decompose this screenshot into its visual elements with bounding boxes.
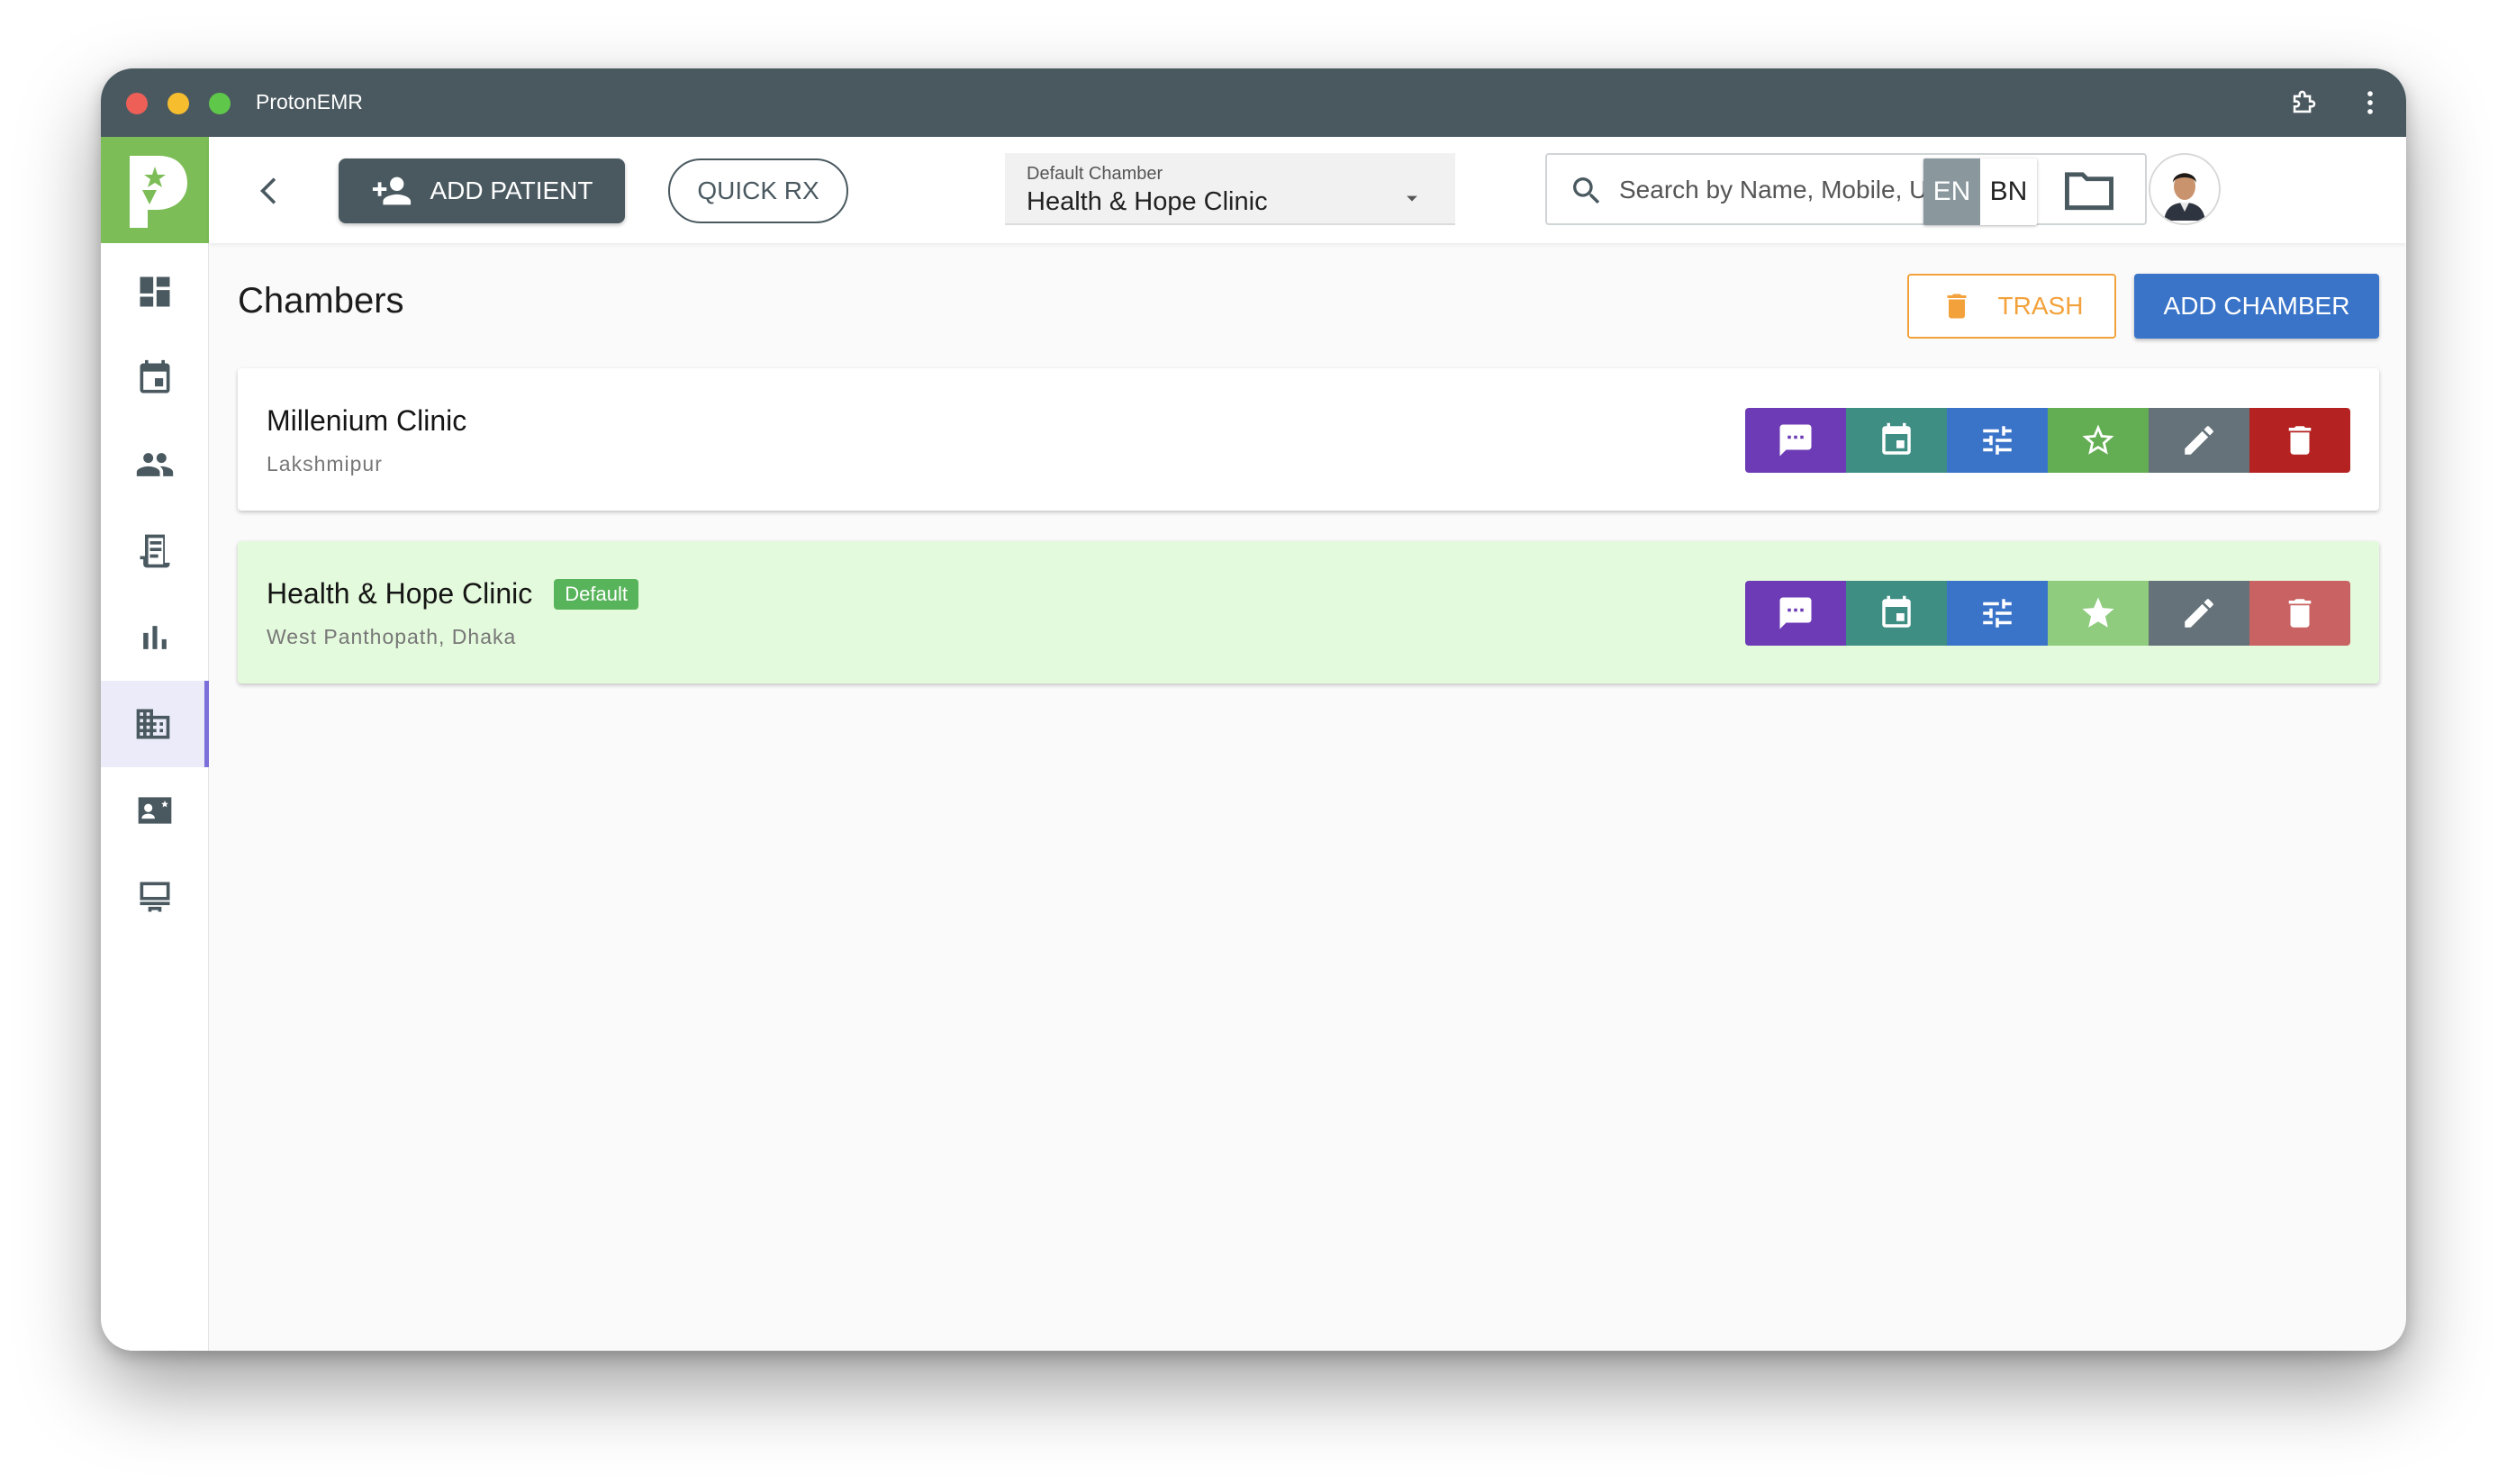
dashboard-icon	[140, 276, 170, 307]
folder-button[interactable]	[2062, 166, 2116, 214]
chamber-address: West Panthopath, Dhaka	[267, 625, 517, 648]
calendar-icon	[1882, 595, 1911, 628]
calendar-icon	[140, 359, 170, 394]
default-chamber-select[interactable]: Default Chamber Health & Hope Clinic	[1005, 153, 1455, 225]
chamber-card-default: Health & Hope Clinic Default West Pantho…	[238, 541, 2379, 683]
page-title: Chambers	[238, 281, 404, 321]
people-icon	[136, 453, 174, 476]
sidebar-item-dashboard[interactable]	[101, 249, 209, 335]
tune-icon	[1983, 599, 2012, 628]
lang-bn-button[interactable]: BN	[1980, 158, 2037, 225]
person-add-icon	[372, 176, 411, 205]
more-vert-icon[interactable]	[2354, 86, 2386, 119]
pencil-icon	[2185, 426, 2213, 455]
default-star-button[interactable]	[2048, 581, 2149, 646]
tune-icon	[1983, 426, 2012, 455]
language-toggle: EN BN	[1923, 158, 2037, 225]
default-badge: Default	[554, 578, 638, 610]
delete-button[interactable]	[2249, 581, 2350, 646]
chamber-name: Health & Hope Clinic	[267, 577, 533, 610]
settings-button[interactable]	[1947, 408, 2048, 473]
trash-button[interactable]: TRASH	[1907, 274, 2116, 339]
sidebar-item-contacts[interactable]	[101, 767, 209, 854]
building-icon	[136, 709, 169, 739]
edit-button[interactable]	[2149, 408, 2249, 473]
edit-button[interactable]	[2149, 581, 2249, 646]
extension-icon[interactable]	[2287, 86, 2320, 119]
proton-logo[interactable]	[101, 137, 209, 243]
default-chamber-label: Default Chamber	[1027, 164, 1163, 184]
search-input[interactable]	[1619, 171, 2123, 209]
minimize-window-button[interactable]	[167, 93, 189, 114]
delete-button[interactable]	[2249, 408, 2350, 473]
message-icon	[1779, 424, 1812, 457]
sms-button[interactable]	[1745, 408, 1846, 473]
star-outline-icon	[2082, 424, 2114, 455]
quick-rx-button[interactable]: QUICK RX	[668, 158, 848, 223]
chamber-address: Lakshmipur	[267, 452, 383, 475]
sidebar-item-pos[interactable]	[101, 854, 209, 940]
schedule-button[interactable]	[1846, 581, 1947, 646]
add-chamber-button[interactable]: ADD CHAMBER	[2134, 274, 2379, 339]
title-bar: ProtonEMR	[101, 68, 2406, 137]
default-chamber-value: Health & Hope Clinic	[1027, 187, 1268, 216]
settings-button[interactable]	[1947, 581, 2048, 646]
add-patient-button[interactable]: ADD PATIENT	[339, 158, 625, 223]
star-filled-icon	[2082, 597, 2114, 628]
sidebar-item-reports[interactable]	[101, 594, 209, 681]
user-avatar[interactable]	[2149, 153, 2221, 225]
back-button[interactable]	[245, 166, 295, 216]
sidebar-item-patients[interactable]	[101, 421, 209, 508]
pencil-icon	[2185, 599, 2213, 628]
chamber-actions	[1745, 408, 2350, 473]
calendar-icon	[1882, 422, 1911, 455]
search-box[interactable]	[1545, 153, 2147, 225]
trash-icon	[1947, 294, 1967, 319]
sidebar-item-prescriptions[interactable]	[101, 508, 209, 594]
chevron-left-icon	[260, 177, 276, 204]
add-patient-label: ADD PATIENT	[430, 176, 593, 204]
top-header: ADD PATIENT QUICK RX Default Chamber Hea…	[209, 137, 2406, 243]
trash-label: TRASH	[1997, 292, 2084, 320]
bar-chart-icon	[143, 626, 167, 649]
maximize-window-button[interactable]	[209, 93, 231, 114]
chamber-actions	[1745, 581, 2350, 646]
contact-card-icon	[138, 797, 172, 824]
sidebar-item-chambers[interactable]	[101, 681, 209, 767]
dropdown-caret-icon	[1407, 195, 1417, 202]
receipt-icon	[140, 534, 170, 568]
message-icon	[1779, 597, 1812, 629]
sms-button[interactable]	[1745, 581, 1846, 646]
chamber-name: Millenium Clinic	[267, 404, 467, 437]
folder-icon	[2065, 172, 2113, 211]
lang-en-button[interactable]: EN	[1923, 158, 1980, 225]
app-window: ProtonEMR ADD PATIENT QUICK RX Default C…	[101, 68, 2406, 1351]
set-default-button[interactable]	[2048, 408, 2149, 473]
trash-icon	[2288, 599, 2312, 628]
trash-icon	[2288, 426, 2312, 455]
sidebar	[101, 137, 209, 1351]
pos-terminal-icon	[140, 882, 170, 912]
sidebar-item-appointments[interactable]	[101, 335, 209, 421]
close-window-button[interactable]	[126, 93, 148, 114]
window-title: ProtonEMR	[256, 90, 363, 113]
schedule-button[interactable]	[1846, 408, 1947, 473]
search-icon	[1573, 177, 1600, 204]
chamber-card: Millenium Clinic Lakshmipur	[238, 368, 2379, 511]
